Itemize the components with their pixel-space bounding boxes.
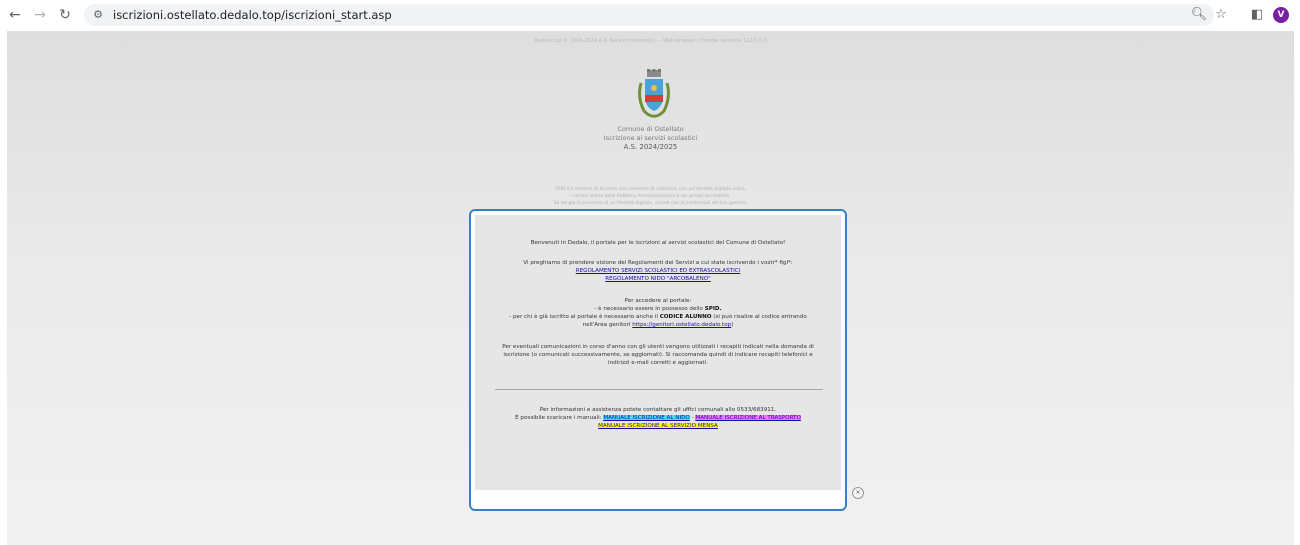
- accesso-codice: - per chi è già iscritto al portale è ne…: [475, 313, 841, 321]
- modal-content: Benvenuti in Dedalo, il portale per le i…: [475, 215, 841, 490]
- manuale-nido-link[interactable]: MANUALE ISCRIZIONE AL NIDO: [603, 415, 690, 421]
- close-icon[interactable]: ×: [852, 487, 864, 499]
- municipal-crest-logo: [638, 69, 670, 118]
- accesso-text: nell'Area genitori: [582, 322, 633, 328]
- accesso-spid: - è necessario essere in possesso dello …: [475, 305, 841, 313]
- forward-icon[interactable]: →: [31, 6, 49, 24]
- accesso-text: ): [731, 322, 734, 328]
- welcome-modal: Benvenuti in Dedalo, il portale per le i…: [469, 209, 847, 511]
- browser-toolbar: ← → ↻ ⚙ iscrizioni.ostellato.dedalo.top/…: [0, 0, 1300, 30]
- regolamento-servizi-link[interactable]: REGOLAMENTO SERVIZI SCOLASTICI ED EXTRAS…: [576, 268, 741, 274]
- divider: [495, 389, 823, 390]
- manuale-mensa-link[interactable]: MANUALE ISCRIZIONE AL SERVIZIO MENSA: [598, 423, 718, 429]
- comunicazioni-line: indirizzi e-mail corretti e aggiornati.: [608, 360, 708, 366]
- regolamenti-intro: Vi preghiamo di prendere visione dei Reg…: [523, 260, 793, 266]
- comune-name: Comune di Ostellato: [617, 125, 684, 133]
- side-panel-icon[interactable]: ◧: [1248, 6, 1266, 24]
- school-year: A.S. 2024/2025: [623, 143, 678, 151]
- area-genitori-link[interactable]: https://genitori.ostellato.dedalo.top: [632, 322, 731, 328]
- spid-line: SPID è il sistema di accesso che consent…: [554, 187, 747, 192]
- regolamento-nido-link[interactable]: REGOLAMENTO NIDO "ARCOBALENO": [605, 276, 711, 282]
- accesso-text: - per chi è già iscritto al portale è ne…: [509, 314, 660, 320]
- spid-info: SPID è il sistema di accesso che consent…: [7, 186, 1294, 207]
- header-text: Comune di Ostellato Iscrizione ai serviz…: [7, 125, 1294, 152]
- welcome-text: Benvenuti in Dedalo, il portale per le i…: [530, 240, 786, 246]
- site-settings-icon[interactable]: ⚙: [90, 7, 106, 23]
- comunicazioni-line: iscrizione (o comunicati successivamente…: [503, 352, 813, 358]
- reload-icon[interactable]: ↻: [56, 6, 74, 24]
- accesso-title: Per accedere al portale:: [624, 298, 692, 304]
- manuale-trasporto-link[interactable]: MANUALE ISCRIZIONE AL TRASPORTO: [695, 415, 801, 421]
- info-contatti: Per informazioni e assistenza potete con…: [539, 407, 777, 413]
- zoom-icon[interactable]: 🔍︎: [1190, 6, 1208, 24]
- profile-avatar[interactable]: V: [1273, 7, 1289, 23]
- codice-alunno-bold: CODICE ALUNNO: [659, 314, 712, 320]
- accesso-area-genitori: nell'Area genitori https://genitori.oste…: [475, 321, 841, 329]
- header-subtitle: Iscrizione ai servizi scolastici: [603, 134, 698, 142]
- manuali-line: È possibile scaricare i manuali: MANUALE…: [475, 414, 841, 422]
- back-icon[interactable]: ←: [6, 6, 24, 24]
- version-info: Dedalo.top © 2003-2024 A.S. Servizi Info…: [534, 38, 767, 44]
- spid-bold: SPID.: [704, 306, 722, 312]
- url-text[interactable]: iscrizioni.ostellato.dedalo.top/iscrizio…: [113, 8, 392, 22]
- comunicazioni-line: Per eventuali comunicazioni in corso d'a…: [502, 344, 814, 350]
- accesso-text: (si può risalire al codice entrando: [711, 314, 807, 320]
- manuali-label: È possibile scaricare i manuali:: [515, 415, 604, 421]
- address-bar[interactable]: ⚙ iscrizioni.ostellato.dedalo.top/iscriz…: [84, 4, 1214, 26]
- spid-line: Se sei già in possesso di un'identità di…: [553, 201, 748, 206]
- accesso-text: - è necessario essere in possesso dello: [594, 306, 705, 312]
- spid-line: i servizi online della Pubblica Amminist…: [570, 194, 731, 199]
- bookmark-star-icon[interactable]: ☆: [1212, 6, 1230, 24]
